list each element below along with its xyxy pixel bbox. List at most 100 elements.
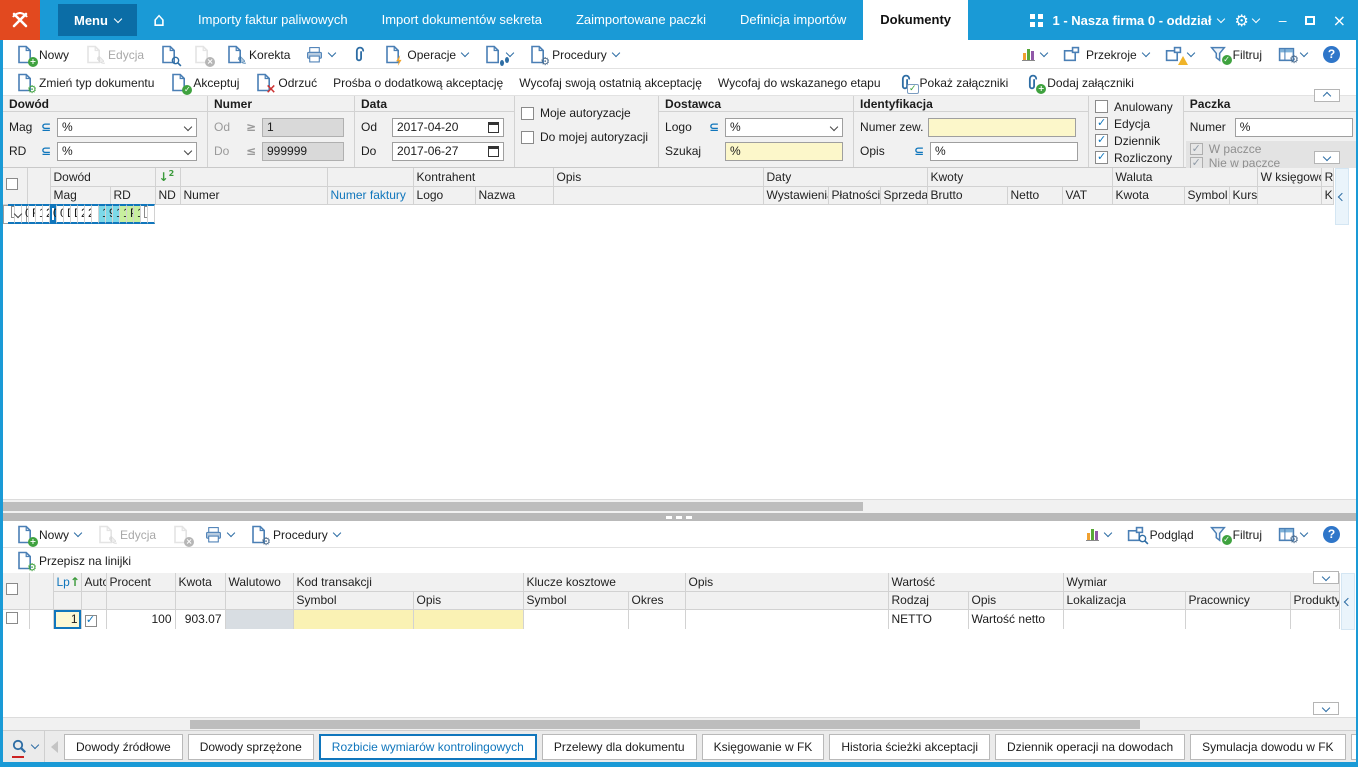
cell-walutowo[interactable] bbox=[225, 609, 294, 629]
col-logo[interactable]: Logo bbox=[413, 186, 476, 205]
pokaz-zalaczniki-button[interactable]: ✓ Pokaż załączniki bbox=[889, 69, 1017, 95]
settings-button[interactable]: ⚙ bbox=[1234, 11, 1261, 30]
wycofaj-ostatnia-akceptacje-button[interactable]: Wycofaj swoją ostatnią akceptację bbox=[511, 69, 710, 95]
cell-symbol[interactable]: PLN bbox=[127, 204, 134, 224]
quick-search-button[interactable] bbox=[6, 731, 45, 762]
col-walutowo[interactable]: Walutowo bbox=[225, 573, 294, 592]
cell-auto[interactable]: ✓ bbox=[81, 609, 107, 629]
minimize-button[interactable]: – bbox=[1279, 12, 1287, 28]
col-auto[interactable]: Auto bbox=[81, 573, 107, 592]
cell-platnosci[interactable]: 2017-05-30 bbox=[85, 204, 92, 224]
edycja-checkbox[interactable]: ✓ bbox=[1095, 116, 1109, 130]
col-klucz-symbol[interactable]: Symbol bbox=[523, 591, 629, 610]
col-nazwa[interactable]: Nazwa bbox=[475, 186, 554, 205]
col-kwota[interactable]: Kwota bbox=[175, 573, 226, 592]
cell-kwota[interactable]: 1 081.40 bbox=[120, 204, 127, 224]
filter-collapse-up-button[interactable] bbox=[1314, 89, 1340, 102]
alerty-button[interactable] bbox=[1157, 46, 1202, 65]
cell-opis[interactable] bbox=[685, 609, 889, 629]
col-kod-symbol[interactable]: Symbol bbox=[293, 591, 414, 610]
grid-scroll-left-strip[interactable] bbox=[1335, 168, 1349, 225]
col-procent[interactable]: Procent bbox=[106, 573, 176, 592]
tab-importy-faktur[interactable]: Importy faktur paliwowych bbox=[181, 0, 365, 40]
lower-edycja-button[interactable]: ✎ Edycja bbox=[89, 521, 164, 547]
grid-scroll-left-strip[interactable] bbox=[1341, 573, 1355, 630]
group-r[interactable]: R bbox=[1321, 168, 1334, 187]
menu-button[interactable]: Menu bbox=[58, 4, 137, 36]
row-checkbox[interactable]: ✓ bbox=[6, 611, 18, 624]
do-mojej-autoryzacji-checkbox[interactable]: ✓ bbox=[521, 130, 534, 144]
home-button[interactable]: ⌂ bbox=[137, 9, 181, 31]
select-all-header[interactable]: ✓ bbox=[3, 168, 28, 205]
bottom-tab-dowody-sprzezone[interactable]: Dowody sprzężone bbox=[187, 733, 314, 760]
col-rodzaj[interactable]: Rodzaj bbox=[888, 591, 969, 610]
tab-import-dokumentow[interactable]: Import dokumentów sekreta bbox=[365, 0, 559, 40]
usun-button[interactable]: × bbox=[185, 40, 218, 68]
tab-definicja-importow[interactable]: Definicja importów bbox=[723, 0, 863, 40]
cell-logo[interactable]: 01-D-033-C bbox=[57, 204, 64, 224]
group-klucze-kosztowe[interactable]: Klucze kosztowe bbox=[523, 573, 686, 592]
group-w-ksiegowosci[interactable]: W księgowo bbox=[1257, 168, 1322, 187]
drukuj-button[interactable] bbox=[298, 40, 343, 68]
cell-nd[interactable]: 1 bbox=[36, 204, 43, 224]
cell-kod-opis[interactable] bbox=[413, 609, 524, 629]
cell-wartosc-opis[interactable]: Wartość netto bbox=[968, 609, 1064, 629]
col-lokalizacja[interactable]: Lokalizacja bbox=[1063, 591, 1186, 610]
group-wartosc[interactable]: Wartość bbox=[888, 573, 1064, 592]
col-wystawienia[interactable]: Wystawienia bbox=[763, 186, 829, 205]
paczka-numer-input[interactable] bbox=[1234, 117, 1353, 137]
col-sprzedazy[interactable]: Sprzedaży bbox=[880, 186, 928, 205]
group-waluta[interactable]: Waluta bbox=[1112, 168, 1258, 187]
lower-nowy-button[interactable]: + Nowy bbox=[8, 521, 89, 547]
group-daty[interactable]: Daty bbox=[763, 168, 928, 187]
apps-grid-icon[interactable] bbox=[1029, 13, 1043, 27]
lower-pomoc-button[interactable]: ? bbox=[1315, 525, 1348, 543]
przekroje-button[interactable]: Przekroje bbox=[1055, 46, 1157, 63]
cell-vat[interactable]: 178.33 bbox=[113, 204, 120, 224]
auto-checkbox[interactable]: ✓ bbox=[84, 613, 97, 627]
lower-drukuj-button[interactable] bbox=[197, 521, 242, 547]
group-opis[interactable]: Opis bbox=[553, 168, 764, 187]
data-do-input[interactable]: 2017-06-27 bbox=[392, 141, 504, 161]
numer-zew-input[interactable] bbox=[928, 117, 1077, 137]
cell-kwota[interactable]: 903.07 bbox=[175, 609, 226, 629]
widok-tabeli-button[interactable]: ⚙ bbox=[1270, 46, 1315, 65]
bottom-tab-symulacja-fk[interactable]: Symulacja dowodu w FK bbox=[1190, 733, 1346, 760]
lower-widok-tabeli-button[interactable]: ⚙ bbox=[1270, 526, 1315, 545]
cell-klucz-symbol[interactable] bbox=[523, 609, 629, 629]
col-brutto[interactable]: Brutto bbox=[927, 186, 1008, 205]
cell-numer-faktury[interactable]: 000000102 bbox=[50, 204, 57, 224]
col-numer-faktury[interactable]: Numer faktury bbox=[327, 186, 414, 205]
company-selector[interactable]: 1 - Nasza firma 0 - oddział bbox=[1053, 13, 1226, 28]
col-nd[interactable]: ND bbox=[155, 186, 181, 205]
cell-rd[interactable]: F_KOSZ bbox=[29, 204, 36, 224]
dodaj-zalaczniki-button[interactable]: + Dodaj załączniki bbox=[1016, 69, 1142, 95]
przepisz-na-linijki-button[interactable]: ⚙ Przepisz na linijki bbox=[8, 548, 139, 573]
tab-zaimportowane-paczki[interactable]: Zaimportowane paczki bbox=[559, 0, 723, 40]
group-kwoty[interactable]: Kwoty bbox=[927, 168, 1113, 187]
cell-sprzedazy[interactable] bbox=[92, 204, 99, 224]
cell-procent[interactable]: 100 bbox=[106, 609, 176, 629]
group-dowod[interactable]: Dowód bbox=[50, 168, 156, 187]
data-od-input[interactable]: 2017-04-20 bbox=[392, 117, 504, 137]
bottom-tab-historia-sciezki[interactable]: Historia ścieżki akceptacji bbox=[829, 733, 991, 760]
rd-select[interactable]: % bbox=[57, 141, 197, 161]
group-kontrahent[interactable]: Kontrahent bbox=[413, 168, 554, 187]
szukaj-input[interactable] bbox=[725, 141, 844, 161]
opis-input[interactable] bbox=[930, 141, 1079, 161]
col-numer[interactable]: Numer bbox=[180, 186, 328, 205]
bottom-tab-dowody-zrodlowe[interactable]: Dowody źródłowe bbox=[64, 733, 183, 760]
procedury-button[interactable]: ⚙ Procedury bbox=[521, 40, 627, 68]
moje-autoryzacje-checkbox[interactable]: ✓ bbox=[521, 106, 534, 120]
cell-lokalizacja[interactable] bbox=[1063, 609, 1186, 629]
cell-rodzaj[interactable]: NETTO bbox=[888, 609, 969, 629]
col-netto[interactable]: Netto bbox=[1007, 186, 1063, 205]
bottom-tab-przelewy[interactable]: Przelewy dla dokumentu bbox=[541, 733, 697, 760]
col-kod-opis[interactable]: Opis bbox=[413, 591, 524, 610]
numer-od-input[interactable] bbox=[262, 117, 344, 137]
col-produkty[interactable]: Produkty bbox=[1290, 591, 1340, 610]
prosba-o-akceptacje-button[interactable]: Prośba o dodatkową akceptację bbox=[325, 69, 511, 95]
col-rd[interactable]: RD bbox=[110, 186, 156, 205]
dziennik-checkbox[interactable]: ✓ bbox=[1095, 133, 1109, 147]
logo-select[interactable]: % bbox=[725, 117, 844, 137]
